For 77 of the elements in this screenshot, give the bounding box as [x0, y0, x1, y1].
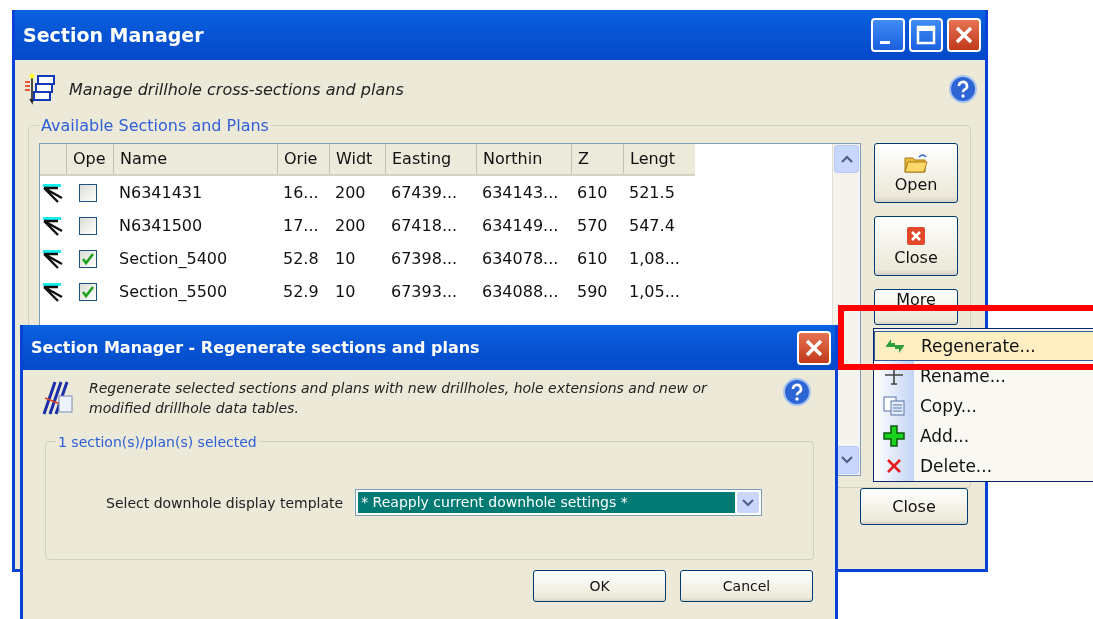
menu-item[interactable]: Delete...: [874, 451, 1093, 481]
table-cell-text: 200: [334, 216, 367, 235]
column-header[interactable]: Easting: [385, 144, 476, 174]
table-cell-text: Section_5500: [118, 282, 229, 301]
table-cell-text: N6341500: [118, 216, 204, 235]
table-cell-text: 634088...: [481, 282, 560, 301]
header-text: Manage drillhole cross-sections and plans: [69, 79, 405, 99]
copy-icon: [882, 396, 906, 416]
table-cell-text: 10: [334, 249, 357, 268]
table-cell-text: 67393...: [390, 282, 459, 301]
scroll-up-icon[interactable]: [839, 154, 854, 164]
group-label: 1 section(s)/plan(s) selected: [58, 434, 257, 450]
table-cell-text: N6341431: [118, 183, 204, 202]
table-cell-text: 590: [576, 282, 609, 301]
dialog-title: Section Manager - Regenerate sections and plans: [31, 338, 481, 357]
column-header[interactable]: Orie: [277, 144, 329, 174]
column-header[interactable]: Widt: [329, 144, 385, 174]
column-header[interactable]: Lengt: [623, 144, 694, 174]
close-icon: [906, 225, 926, 246]
table-cell-text: 67418...: [390, 216, 459, 235]
table-cell-text: 52.9: [282, 282, 320, 301]
checkbox[interactable]: [79, 249, 97, 268]
section-icon: [42, 281, 64, 302]
delete-icon: [885, 457, 903, 475]
table-cell-text: 547.4: [628, 216, 676, 235]
table-cell-text: 521.5: [628, 183, 676, 202]
folder-icon: [904, 152, 928, 173]
menu-item[interactable]: Copy...: [874, 391, 1093, 421]
template-dropdown[interactable]: * Reapply current downhole settings *: [355, 489, 763, 516]
checkbox[interactable]: [79, 216, 97, 235]
table-cell-text: 610: [576, 183, 609, 202]
table-cell-text: 16...: [282, 183, 320, 202]
column-header[interactable]: Ope: [66, 144, 113, 174]
ok-button[interactable]: OK: [533, 570, 666, 602]
section-icon: [42, 182, 64, 203]
checkbox[interactable]: [79, 282, 97, 301]
sections-icon: [23, 72, 57, 106]
table-cell-text: 570: [576, 216, 609, 235]
table-cell-text: 67398...: [390, 249, 459, 268]
minimize-button[interactable]: [871, 18, 905, 52]
window-title: Section Manager: [23, 24, 205, 46]
column-header[interactable]: Name: [113, 144, 277, 174]
help-icon[interactable]: [783, 378, 811, 406]
maximize-button[interactable]: [909, 18, 943, 52]
table-cell-text: 1,05...: [628, 282, 681, 301]
column-header[interactable]: Z: [571, 144, 623, 174]
table-cell-text: 17...: [282, 216, 320, 235]
section-icon: [42, 248, 64, 269]
help-icon[interactable]: [949, 75, 977, 103]
table-cell-text: 52.8: [282, 249, 320, 268]
cancel-button[interactable]: Cancel: [680, 570, 813, 602]
group-label: Available Sections and Plans: [41, 116, 269, 135]
column-header[interactable]: Northin: [476, 144, 571, 174]
menu-item[interactable]: Add...: [874, 421, 1093, 451]
table-cell-text: Section_5400: [118, 249, 229, 268]
dialog-description: Regenerate selected sections and plans with new drillholes, hole extensions and new or modified drillhole data tables.: [89, 379, 709, 418]
table-cell-text: 610: [576, 249, 609, 268]
table-cell-text: 200: [334, 183, 367, 202]
section-icon: [42, 215, 64, 236]
table-cell-text: 10: [334, 282, 357, 301]
close-button[interactable]: Close: [874, 216, 958, 276]
table-cell-text: 634149...: [481, 216, 560, 235]
close-button[interactable]: Close: [860, 488, 968, 525]
table-cell-text: 634143...: [481, 183, 560, 202]
table-cell-text: 634078...: [481, 249, 560, 268]
template-label: Select downhole display template: [106, 494, 344, 511]
table-cell-text: 1,08...: [628, 249, 681, 268]
plus-icon: [883, 425, 905, 447]
close-button[interactable]: [947, 18, 981, 52]
minimize-icon: [880, 41, 890, 44]
maximize-icon: [914, 23, 938, 47]
table-cell-text: 67439...: [390, 183, 459, 202]
open-button[interactable]: Open: [874, 143, 958, 203]
checkbox[interactable]: [79, 183, 97, 202]
menu-item[interactable]: Regenerate...: [874, 331, 1093, 361]
close-button[interactable]: [797, 330, 831, 365]
scroll-down-icon[interactable]: [839, 455, 854, 465]
